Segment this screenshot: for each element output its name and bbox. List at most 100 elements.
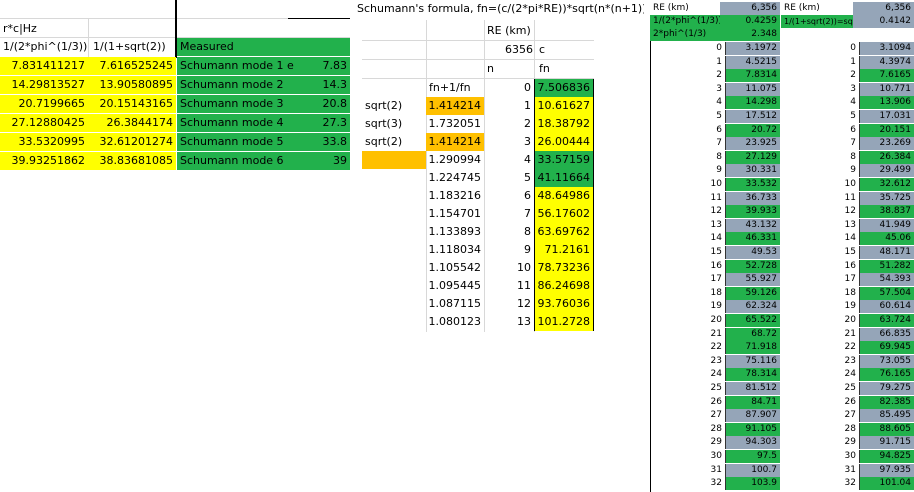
right1-cell-value[interactable]: 4.5215 <box>725 55 780 69</box>
right2-cell-value[interactable]: 79.275 <box>859 382 914 395</box>
mid-cell-ratio[interactable]: 1.087115 <box>426 295 484 313</box>
right1-cell-value[interactable]: 78.314 <box>725 368 780 382</box>
right2-cell-value[interactable]: 45.06 <box>859 232 914 246</box>
r1-re-value[interactable]: 6,356 <box>720 2 780 15</box>
right1-cell-n[interactable]: 31 <box>650 464 725 477</box>
mid-cell-tag[interactable]: sqrt(3) <box>362 115 426 133</box>
left-col3-header[interactable]: Measured <box>177 38 350 56</box>
mid-cell-ratio[interactable]: 1.290994 <box>426 151 484 169</box>
right2-cell-value[interactable]: 35.725 <box>859 191 914 205</box>
right1-cell-value[interactable]: 97.5 <box>725 450 780 463</box>
mid-cell-fn[interactable]: 18.38792 <box>534 115 594 133</box>
left-header-a[interactable]: r*c|Hz <box>0 20 88 38</box>
right1-cell-value[interactable]: 46.331 <box>725 232 780 246</box>
right2-cell-n[interactable]: 18 <box>781 287 859 300</box>
r1-phi-label[interactable]: 2*phi^(1/3) <box>650 28 720 41</box>
middle-re-value[interactable]: 6356 <box>484 41 536 59</box>
right2-cell-n[interactable]: 24 <box>781 368 859 381</box>
middle-re-label[interactable]: RE (km) <box>484 22 544 40</box>
right1-cell-value[interactable]: 27.129 <box>725 150 780 164</box>
right2-cell-n[interactable]: 8 <box>781 151 859 164</box>
right2-cell-value[interactable]: 26.384 <box>859 150 914 164</box>
right1-cell-n[interactable]: 1 <box>650 56 725 69</box>
right2-cell-value[interactable]: 20.151 <box>859 123 914 137</box>
right1-cell-value[interactable]: 30.331 <box>725 164 780 178</box>
right1-cell-n[interactable]: 28 <box>650 423 725 436</box>
mid-cell-tag[interactable] <box>362 223 426 241</box>
left-cell-label[interactable]: Schumann mode 1 e <box>177 57 297 75</box>
r2-formula-value[interactable]: 0.4142 <box>853 15 914 28</box>
right1-cell-n[interactable]: 2 <box>650 69 725 82</box>
mid-cell-fn[interactable]: 63.69762 <box>534 223 594 241</box>
left-cell-b[interactable]: 7.616525245 <box>88 57 176 75</box>
right2-cell-value[interactable]: 60.614 <box>859 300 914 314</box>
right1-cell-value[interactable]: 3.1972 <box>725 42 780 55</box>
mid-cell-n[interactable]: 2 <box>484 115 534 133</box>
left-cell-label[interactable]: Schumann mode 2 <box>177 76 297 94</box>
right1-cell-value[interactable]: 11.075 <box>725 82 780 96</box>
mid-cell-n[interactable]: 3 <box>484 133 534 151</box>
right2-cell-n[interactable]: 15 <box>781 246 859 259</box>
mid-cell-fn[interactable]: 56.17602 <box>534 205 594 223</box>
right1-cell-value[interactable]: 33.532 <box>725 178 780 191</box>
mid-cell-fn[interactable]: 86.24698 <box>534 277 594 295</box>
right2-cell-n[interactable]: 12 <box>781 205 859 218</box>
right1-cell-value[interactable]: 71.918 <box>725 341 780 355</box>
mid-cell-n[interactable]: 12 <box>484 295 534 313</box>
r1-formula-label[interactable]: 1/(2*phi^(1/3)) <box>650 15 720 28</box>
right1-cell-value[interactable]: 65.522 <box>725 314 780 327</box>
right2-cell-n[interactable]: 5 <box>781 110 859 123</box>
right2-cell-n[interactable]: 16 <box>781 260 859 273</box>
left-cell-label[interactable]: Schumann mode 4 <box>177 114 297 132</box>
right1-cell-n[interactable]: 13 <box>650 219 725 232</box>
right2-cell-value[interactable]: 51.282 <box>859 259 914 273</box>
left-cell-b[interactable]: 26.3844174 <box>88 114 176 132</box>
mid-cell-fn[interactable]: 48.64986 <box>534 187 594 205</box>
right2-cell-n[interactable]: 17 <box>781 273 859 286</box>
right1-cell-n[interactable]: 15 <box>650 246 725 259</box>
right1-cell-n[interactable]: 4 <box>650 96 725 109</box>
right2-cell-value[interactable]: 29.499 <box>859 164 914 178</box>
right2-cell-value[interactable]: 13.906 <box>859 96 914 110</box>
right1-cell-n[interactable]: 25 <box>650 382 725 395</box>
right2-cell-value[interactable]: 88.605 <box>859 422 914 436</box>
mid-cell-fn[interactable]: 7.506836 <box>534 79 594 97</box>
right2-cell-value[interactable]: 91.715 <box>859 436 914 450</box>
right2-cell-n[interactable]: 23 <box>781 355 859 368</box>
mid-cell-ratio[interactable]: 1.732051 <box>426 115 484 133</box>
right1-cell-value[interactable]: 81.512 <box>725 382 780 395</box>
right1-cell-n[interactable]: 5 <box>650 110 725 123</box>
right2-cell-n[interactable]: 30 <box>781 450 859 463</box>
mid-cell-ratio[interactable]: 1.133893 <box>426 223 484 241</box>
mid-cell-ratio[interactable]: 1.224745 <box>426 169 484 187</box>
right2-cell-n[interactable]: 13 <box>781 219 859 232</box>
right1-cell-value[interactable]: 14.298 <box>725 96 780 110</box>
right1-cell-value[interactable]: 59.126 <box>725 286 780 300</box>
right2-cell-n[interactable]: 32 <box>781 477 859 490</box>
left-cell-b[interactable]: 13.90580895 <box>88 76 176 94</box>
right2-cell-n[interactable]: 21 <box>781 328 859 341</box>
right2-cell-n[interactable]: 19 <box>781 300 859 313</box>
right2-cell-n[interactable]: 7 <box>781 137 859 150</box>
left-cell-label[interactable]: Schumann mode 3 <box>177 95 297 113</box>
right1-cell-value[interactable]: 23.925 <box>725 137 780 151</box>
right1-cell-value[interactable]: 100.7 <box>725 463 780 477</box>
mid-cell-n[interactable]: 10 <box>484 259 534 277</box>
mid-cell-fn[interactable]: 26.00444 <box>534 133 594 151</box>
left-cell-measured[interactable]: 14.3 <box>297 76 350 94</box>
mid-cell-tag[interactable] <box>362 277 426 295</box>
mid-cell-n[interactable]: 6 <box>484 187 534 205</box>
right2-cell-value[interactable]: 66.835 <box>859 327 914 341</box>
right2-cell-value[interactable]: 69.945 <box>859 341 914 355</box>
right1-cell-n[interactable]: 19 <box>650 300 725 313</box>
right2-cell-value[interactable]: 82.385 <box>859 395 914 409</box>
right1-cell-n[interactable]: 14 <box>650 232 725 245</box>
mid-cell-ratio[interactable]: 1.154701 <box>426 205 484 223</box>
right2-cell-value[interactable]: 48.171 <box>859 246 914 259</box>
right2-cell-n[interactable]: 27 <box>781 409 859 422</box>
right1-cell-n[interactable]: 18 <box>650 287 725 300</box>
right1-cell-n[interactable]: 24 <box>650 368 725 381</box>
mid-cell-tag[interactable] <box>362 313 426 331</box>
right1-cell-value[interactable]: 75.116 <box>725 354 780 368</box>
mid-cell-n[interactable]: 8 <box>484 223 534 241</box>
